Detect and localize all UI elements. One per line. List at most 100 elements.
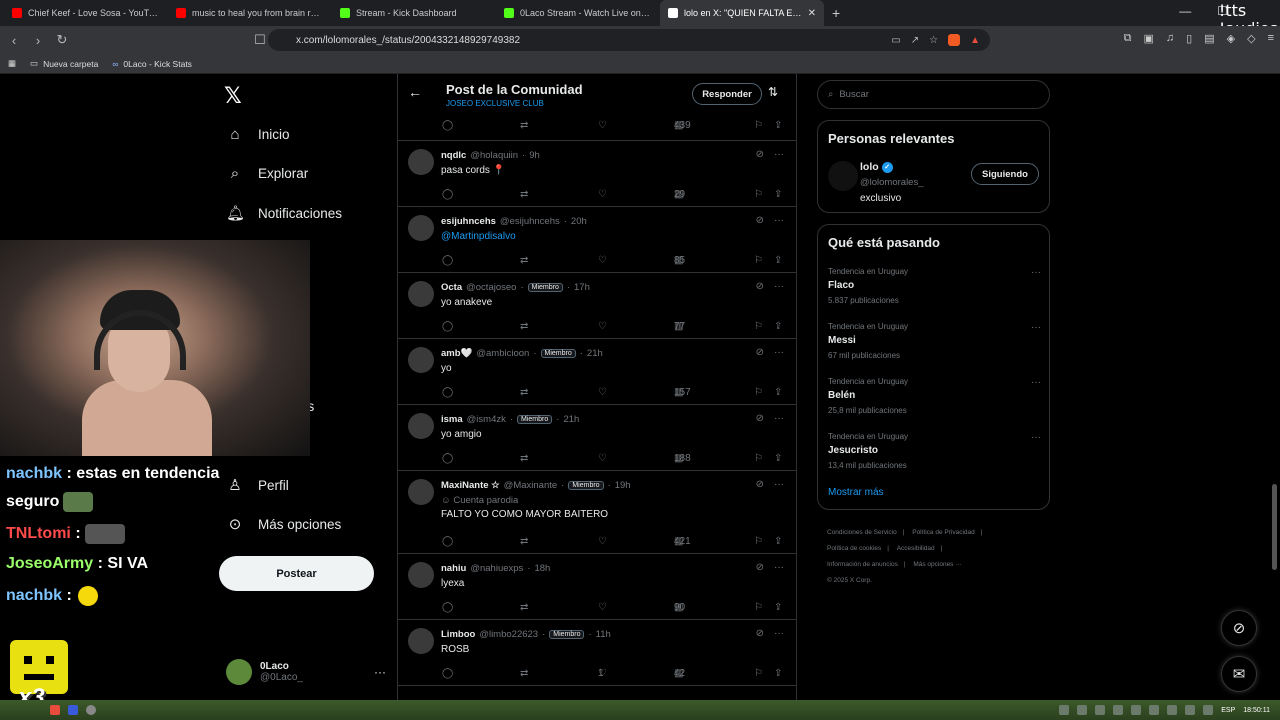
- tray-icon[interactable]: [1113, 705, 1124, 715]
- author-handle[interactable]: @esijuhncehs: [500, 216, 560, 227]
- bookmark-item[interactable]: ▭ Nueva carpeta: [30, 58, 98, 69]
- grok-icon[interactable]: ⊘: [756, 281, 764, 292]
- footer-link[interactable]: Accesibilidad: [897, 545, 935, 552]
- language-indicator[interactable]: ESP: [1221, 707, 1235, 714]
- scrollbar[interactable]: [1272, 484, 1277, 570]
- screenshot-icon[interactable]: ▣: [1144, 32, 1154, 45]
- share-icon[interactable]: ⇪: [774, 453, 782, 464]
- tweet-time[interactable]: 18h: [534, 563, 550, 574]
- retweet-icon[interactable]: ⇄: [520, 189, 528, 200]
- avatar[interactable]: [408, 628, 434, 654]
- grok-icon[interactable]: ⊘: [756, 562, 764, 573]
- wallet-icon[interactable]: ▤: [1204, 32, 1214, 45]
- reply-icon[interactable]: ◯: [442, 189, 453, 200]
- tray-icon[interactable]: [1149, 705, 1160, 715]
- tray-icon[interactable]: [1077, 705, 1088, 715]
- following-button[interactable]: Siguiendo: [971, 163, 1039, 185]
- trend-item[interactable]: Tendencia en Uruguay Messi 67 mil public…: [828, 322, 1041, 360]
- author-handle[interactable]: @ism4zk: [467, 414, 506, 425]
- vpn-icon[interactable]: ◈: [1227, 32, 1235, 45]
- author-name[interactable]: nqdlc: [441, 150, 466, 161]
- reply-icon[interactable]: ◯: [442, 321, 453, 332]
- retweet-icon[interactable]: ⇄: [520, 387, 528, 398]
- back-arrow-icon[interactable]: ‹: [4, 33, 24, 48]
- trend-item[interactable]: Tendencia en Uruguay Belén 25,8 mil publ…: [828, 377, 1041, 415]
- reply-icon[interactable]: ◯: [442, 536, 453, 547]
- sidebar-item-explorar[interactable]: ⌕ Explorar: [226, 165, 308, 182]
- author-name[interactable]: Octa: [441, 282, 462, 293]
- bookmark-icon[interactable]: ⚐: [754, 536, 763, 547]
- app-taskbar-icon[interactable]: [68, 705, 78, 715]
- star-icon[interactable]: ☆: [929, 35, 938, 46]
- author-handle[interactable]: @limbo22623: [479, 629, 538, 640]
- grok-icon[interactable]: ⊘: [756, 628, 764, 639]
- sidebar-item-perfil[interactable]: ♙ Perfil: [226, 476, 289, 494]
- more-icon[interactable]: ···: [774, 281, 784, 292]
- reply-tweet[interactable]: Limboo @limbo22623 · Miembro · 11h ⊘ ··· ROSB ◯ ⇄ ♡…: [398, 620, 796, 686]
- back-arrow-icon[interactable]: ←: [408, 84, 422, 100]
- tray-icon[interactable]: [1095, 705, 1106, 715]
- tweet-time[interactable]: 19h: [615, 480, 631, 491]
- share-icon[interactable]: ⇪: [774, 387, 782, 398]
- reply-tweet[interactable]: MaxiNante ☆ @Maxinante · Miembro · 19h ⊘ ··· ☺ C…: [398, 471, 796, 554]
- community-name[interactable]: JOSEO EXCLUSIVE CLUB: [446, 99, 544, 108]
- author-handle[interactable]: @ambicioon: [476, 348, 529, 359]
- music-icon[interactable]: ♫: [1166, 32, 1174, 45]
- bookmark-item[interactable]: ∞ 0Laco - Kick Stats: [112, 59, 192, 69]
- retweet-icon[interactable]: ⇄: [520, 321, 528, 332]
- grok-icon[interactable]: ⊘: [756, 215, 764, 226]
- author-name[interactable]: isma: [441, 414, 463, 425]
- sidebar-item-mas-opciones[interactable]: ⊙ Más opciones: [226, 515, 342, 533]
- trend-item[interactable]: Tendencia en Uruguay Jesucristo 13,4 mil…: [828, 432, 1041, 470]
- reply-button[interactable]: Responder: [692, 83, 762, 105]
- sidebar-item-notificaciones[interactable]: 🔔︎ Notificaciones: [226, 204, 342, 222]
- reply-tweet[interactable]: nqdlc @holaquiin · 9h ⊘ ··· pasa cords 📍 ◯ ⇄ ♡ ▥ …: [398, 141, 796, 207]
- more-icon[interactable]: ···: [774, 479, 784, 490]
- browser-tab-5-active[interactable]: lolo en X: "QUIEN FALTA EN LOS ✕: [660, 0, 824, 26]
- person-name[interactable]: lolo ✓: [860, 161, 893, 173]
- share-icon[interactable]: ⇪: [774, 321, 782, 332]
- retweet-icon[interactable]: ⇄: [520, 668, 528, 679]
- share-icon[interactable]: ⇪: [774, 602, 782, 613]
- search-input[interactable]: ⌕ Buscar: [817, 80, 1050, 109]
- sidebar-icon[interactable]: ▯: [1186, 32, 1192, 45]
- trend-item[interactable]: Tendencia en Uruguay Flaco 5.837 publica…: [828, 267, 1041, 305]
- bookmark-icon[interactable]: ⚐: [754, 321, 763, 332]
- extension-icon[interactable]: ⧉: [1124, 32, 1132, 45]
- apps-grid-icon[interactable]: ▦: [8, 58, 16, 69]
- brave-taskbar-icon[interactable]: [50, 705, 60, 715]
- messages-button[interactable]: ✉: [1221, 656, 1257, 692]
- forward-arrow-icon[interactable]: ›: [28, 33, 48, 48]
- browser-tab-2[interactable]: music to heal you from brain rot - Yo: [168, 0, 332, 26]
- menu-icon[interactable]: ≡: [1268, 32, 1274, 45]
- more-icon[interactable]: ···: [774, 347, 784, 358]
- post-button[interactable]: Postear: [219, 556, 374, 591]
- browser-tab-4[interactable]: 0Laco Stream - Watch Live on Kick: [496, 0, 660, 26]
- filter-settings-icon[interactable]: ⇅: [768, 85, 778, 99]
- avatar[interactable]: [408, 281, 434, 307]
- footer-link[interactable]: Política de cookies: [827, 545, 881, 552]
- share-icon[interactable]: ⇪: [774, 536, 782, 547]
- tweet-time[interactable]: 9h: [529, 150, 540, 161]
- browser-tab-3[interactable]: Stream - Kick Dashboard: [332, 0, 496, 26]
- share-icon[interactable]: ⇪: [774, 668, 782, 679]
- obs-taskbar-icon[interactable]: [86, 705, 96, 715]
- more-icon[interactable]: ···: [774, 628, 784, 639]
- avatar[interactable]: [408, 149, 434, 175]
- author-name[interactable]: nahiu: [441, 563, 466, 574]
- more-icon[interactable]: ···: [774, 413, 784, 424]
- clock[interactable]: 18:50:11: [1243, 707, 1270, 714]
- more-icon[interactable]: ···: [1031, 322, 1041, 333]
- reply-icon[interactable]: ◯: [442, 387, 453, 398]
- browser-tab-1[interactable]: Chief Keef - Love Sosa - YouTube: [4, 0, 168, 26]
- bookmark-icon[interactable]: ⚐: [754, 255, 763, 266]
- new-tab-icon[interactable]: +: [824, 5, 848, 21]
- grok-icon[interactable]: ⊘: [756, 347, 764, 358]
- footer-link[interactable]: Información de anuncios: [827, 561, 898, 568]
- bookmark-icon[interactable]: ⚐: [754, 189, 763, 200]
- reply-icon[interactable]: ◯: [442, 453, 453, 464]
- reply-tweet[interactable]: isma @ism4zk · Miembro · 21h ⊘ ··· yo amgio ◯ ⇄ ♡ ▥…: [398, 405, 796, 471]
- more-icon[interactable]: ···: [1031, 377, 1041, 388]
- tray-icon[interactable]: [1203, 705, 1214, 715]
- author-name[interactable]: Limboo: [441, 629, 475, 640]
